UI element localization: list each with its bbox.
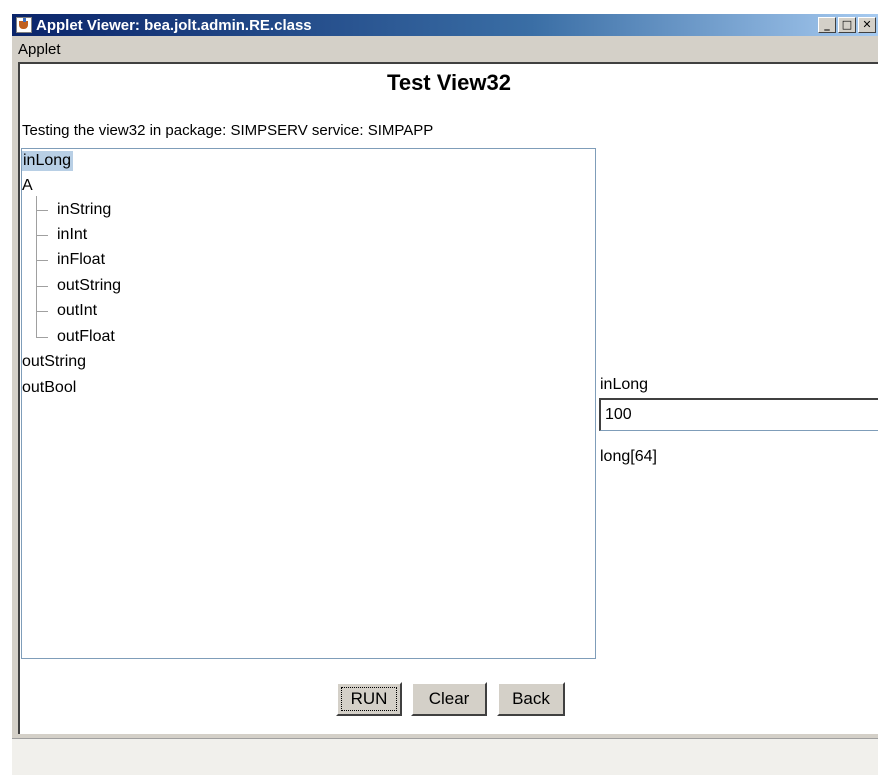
tree-node-infloat[interactable]: inFloat xyxy=(57,250,105,270)
minimize-button[interactable]: _ xyxy=(818,17,836,33)
tree-connector xyxy=(36,235,48,236)
clear-button[interactable]: Clear xyxy=(411,682,487,716)
tree-node-outstring-root[interactable]: outString xyxy=(22,352,86,372)
tree-connector xyxy=(36,286,48,287)
field-label: inLong xyxy=(600,376,649,393)
tree-node-outint[interactable]: outInt xyxy=(57,301,97,321)
title-bar[interactable]: Applet Viewer: bea.jolt.admin.RE.class _… xyxy=(12,14,878,36)
tree-node-inint[interactable]: inInt xyxy=(57,225,87,245)
tree-connector xyxy=(36,337,48,338)
field-type-label: long[64] xyxy=(600,448,657,465)
status-bar xyxy=(12,738,878,775)
java-cup-icon[interactable] xyxy=(16,17,32,33)
page-title: Test View32 xyxy=(387,70,511,95)
tree-node-a[interactable]: A xyxy=(22,176,33,196)
window-title: Applet Viewer: bea.jolt.admin.RE.class xyxy=(36,16,312,34)
close-button[interactable]: ✕ xyxy=(858,17,876,33)
applet-viewer-window: Applet Viewer: bea.jolt.admin.RE.class _… xyxy=(10,12,878,775)
window-controls: _ □ ✕ xyxy=(818,17,876,33)
applet-panel: Test View32 Testing the view32 in packag… xyxy=(18,62,878,734)
tree-node-outfloat[interactable]: outFloat xyxy=(57,327,115,347)
maximize-button[interactable]: □ xyxy=(838,17,856,33)
tree-node-outbool[interactable]: outBool xyxy=(22,378,76,398)
tree-connector-vertical xyxy=(36,196,37,338)
back-button[interactable]: Back xyxy=(497,682,565,716)
run-button[interactable]: RUN xyxy=(336,682,402,716)
field-value-input[interactable] xyxy=(599,398,878,431)
tree-node-inlong[interactable]: inLong xyxy=(22,151,74,171)
tree-node-instring[interactable]: inString xyxy=(57,200,111,220)
description-text: Testing the view32 in package: SIMPSERV … xyxy=(22,122,434,139)
menu-applet[interactable]: Applet xyxy=(18,41,61,58)
menu-bar: Applet xyxy=(12,38,878,62)
tree-node-outstring[interactable]: outString xyxy=(57,276,121,296)
tree-connector xyxy=(36,311,48,312)
tree-connector xyxy=(36,260,48,261)
tree-connector xyxy=(36,210,48,211)
view-tree[interactable]: inLong A inString inInt inFloat outStrin… xyxy=(21,148,596,659)
